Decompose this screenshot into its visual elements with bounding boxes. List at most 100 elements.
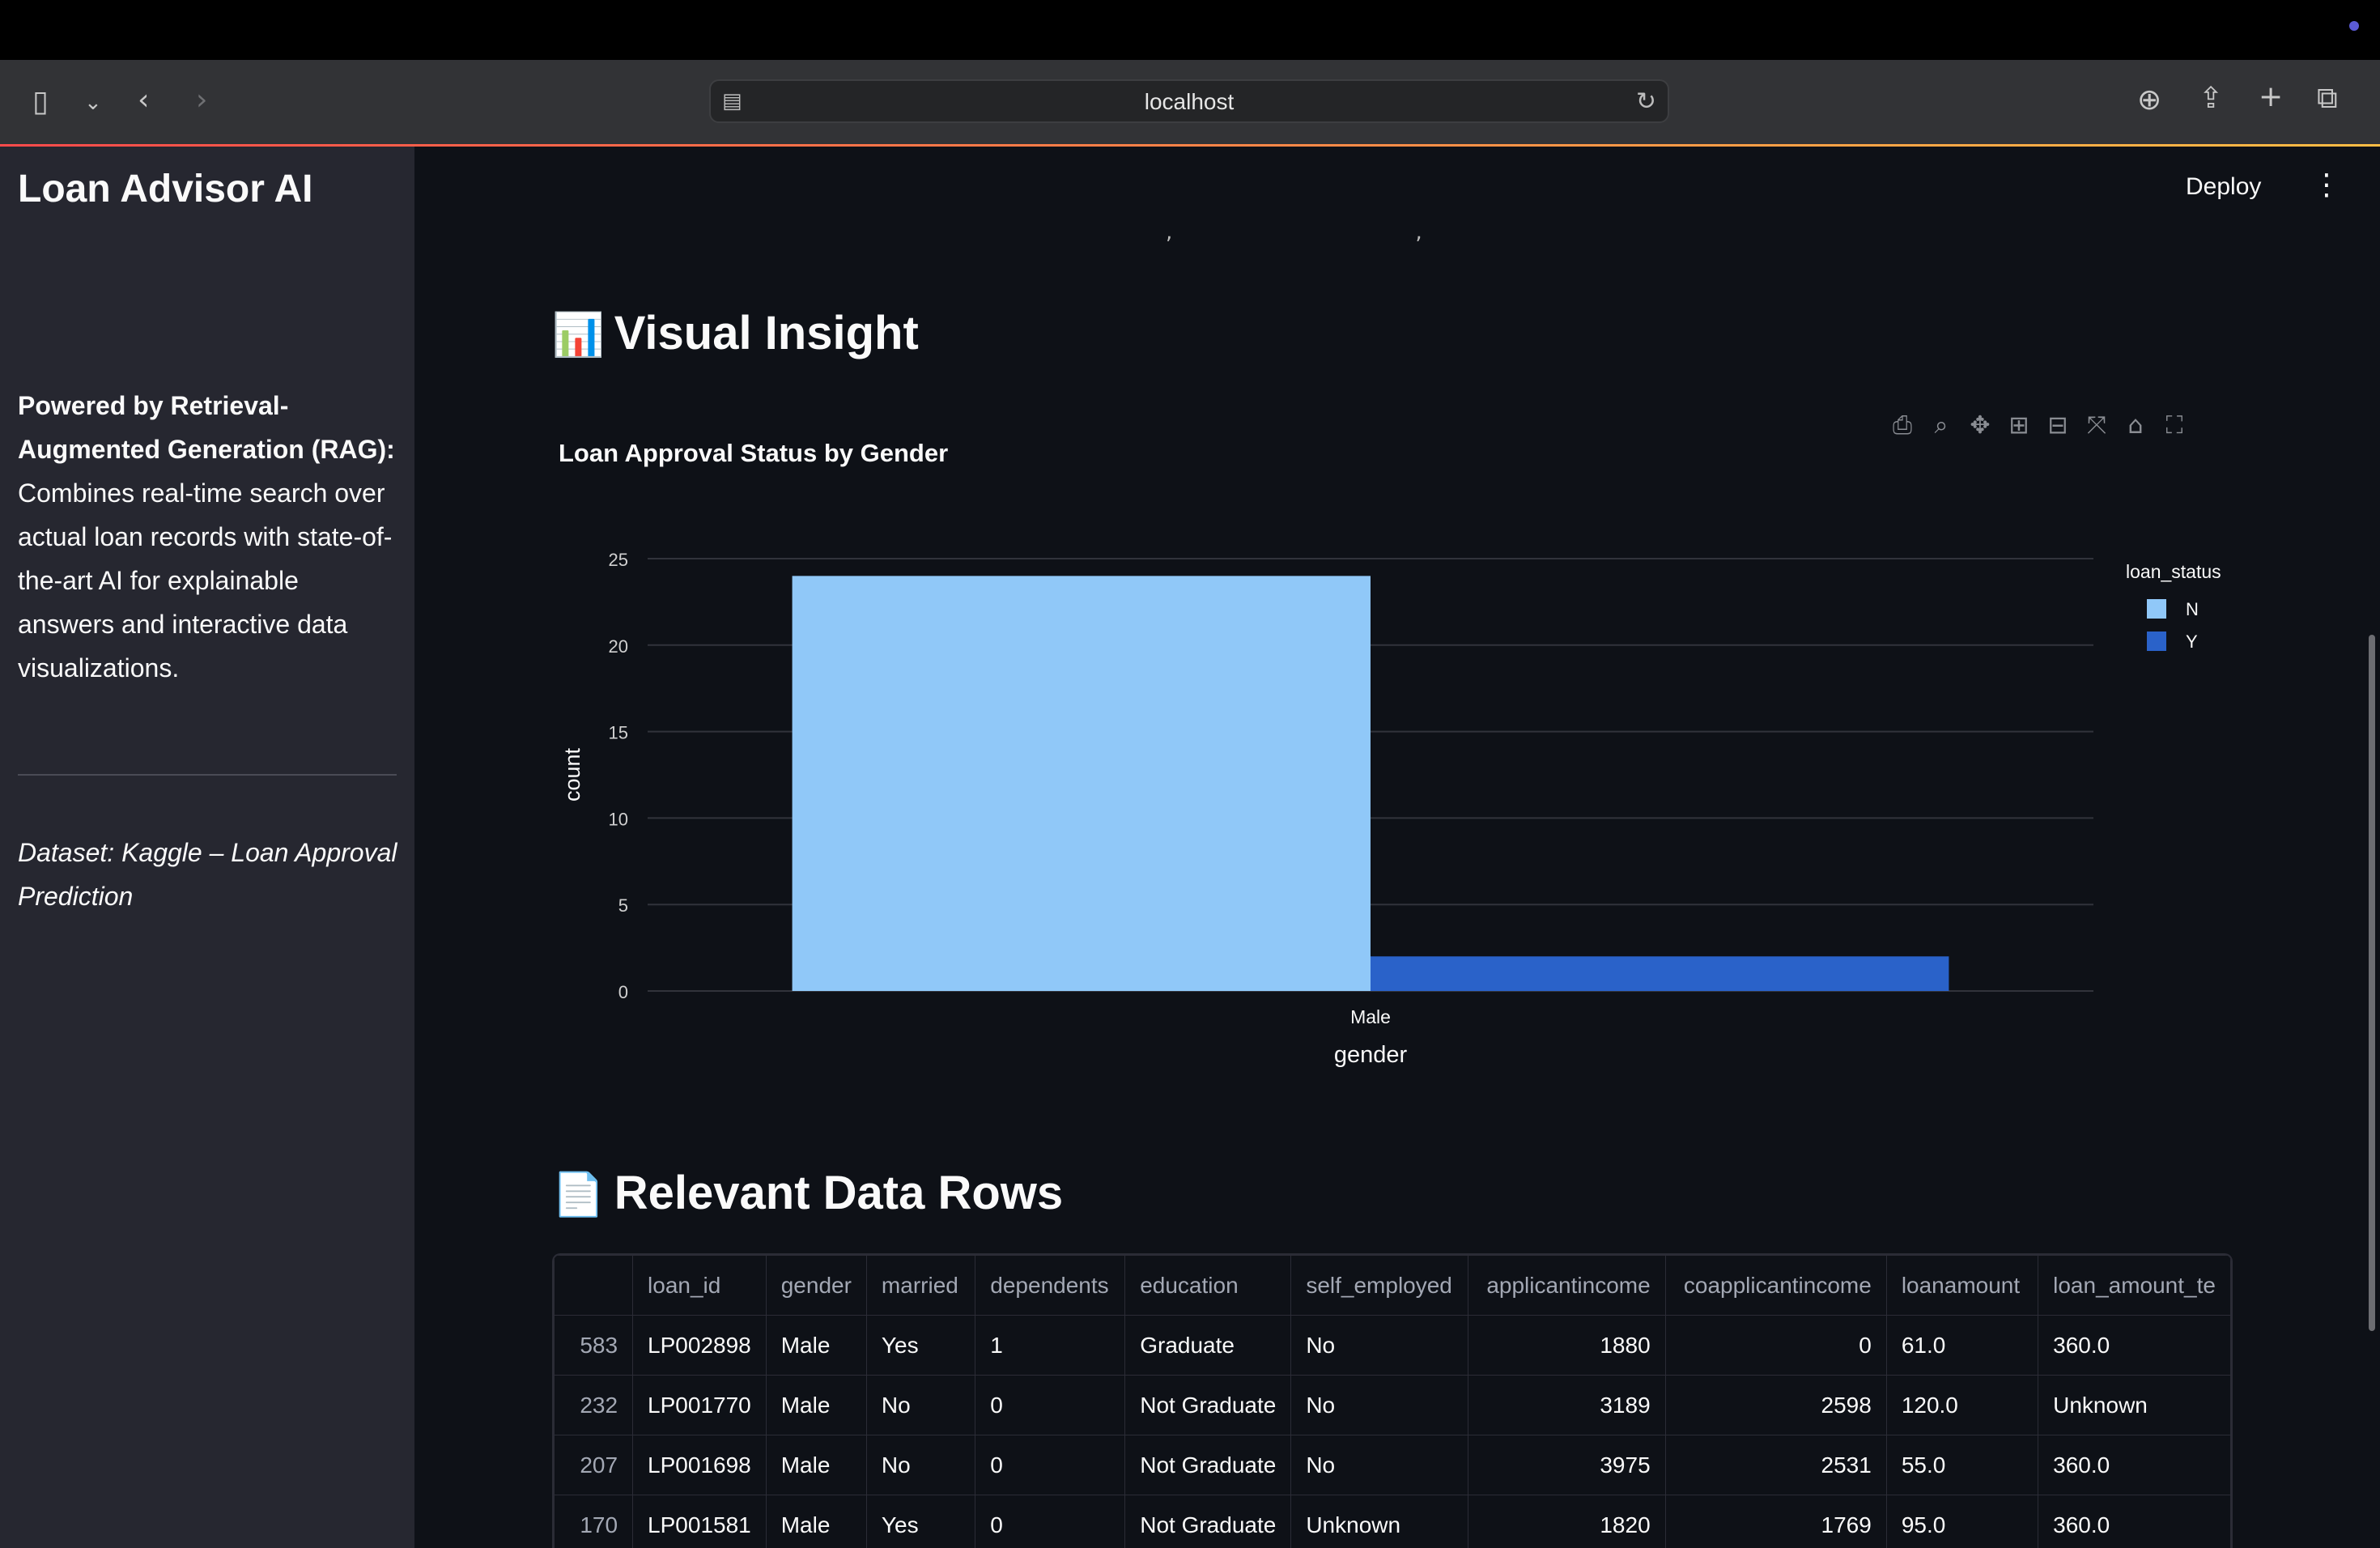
table-cell: Male [765, 1315, 867, 1376]
bar-chart-icon: 📊 [552, 312, 605, 359]
document-icon: 📄 [552, 1172, 605, 1218]
legend-label-n: N [2186, 599, 2199, 619]
table-cell: 1769 [1664, 1495, 1887, 1548]
y-tick-label: 15 [609, 723, 628, 743]
table-cell: 3189 [1468, 1375, 1666, 1435]
address-bar[interactable]: ▤ localhost ↻ [709, 79, 1669, 123]
chevron-down-icon[interactable]: ⌄ [84, 92, 102, 113]
sidebar-description-body: Combines real-time search over actual lo… [18, 478, 393, 683]
table-cell: 1 [975, 1315, 1126, 1376]
column-header-coapplicantincome[interactable]: coapplicantincome [1664, 1255, 1887, 1316]
table-cell: LP001698 [632, 1435, 767, 1495]
table-cell: LP001581 [632, 1495, 767, 1548]
row-index: 207 [554, 1435, 634, 1495]
row-index: 232 [554, 1375, 634, 1435]
table-cell: Yes [865, 1315, 976, 1376]
table-cell: 1820 [1468, 1495, 1666, 1548]
table-cell: 2598 [1664, 1375, 1887, 1435]
x-tick-label: Male [1350, 1006, 1391, 1027]
table-cell: LP002898 [632, 1315, 767, 1376]
back-icon[interactable]: ‹ [138, 86, 149, 115]
table-cell: Yes [865, 1495, 976, 1548]
table-cell: 0 [975, 1435, 1126, 1495]
table-cell: Not Graduate [1124, 1495, 1292, 1548]
column-header-loanamount[interactable]: loanamount [1885, 1255, 2039, 1316]
column-header-married[interactable]: married [865, 1255, 976, 1316]
scrolled-text-fragment: ,‚ [1166, 220, 1665, 245]
relevant-rows-heading: 📄 Relevant Data Rows [552, 1166, 1063, 1220]
sidebar-dataset-note: Dataset: Kaggle – Loan Approval Predicti… [18, 838, 397, 911]
y-axis-label: count [560, 747, 584, 802]
table-row[interactable]: 583 LP002898 Male Yes 1 Graduate No 1880 0 61.0 36… [554, 1315, 2231, 1376]
new-tab-icon[interactable]: + [2259, 83, 2283, 112]
row-index: 583 [554, 1315, 634, 1376]
x-axis-label: gender [1334, 1042, 1408, 1068]
table-cell: 0 [1664, 1315, 1887, 1376]
sidebar-description: Powered by Retrieval-Augmented Generatio… [18, 384, 398, 690]
table-cell: 61.0 [1885, 1315, 2039, 1376]
table-cell: 55.0 [1885, 1435, 2039, 1495]
table-cell: LP001770 [632, 1375, 767, 1435]
table-cell: 3975 [1468, 1435, 1666, 1495]
column-header-education[interactable]: education [1124, 1255, 1292, 1316]
chart-title: Loan Approval Status by Gender [559, 439, 948, 467]
sidebar-title: Loan Advisor AI [18, 168, 313, 211]
table-cell: No [865, 1375, 976, 1435]
macos-menu-strip [0, 0, 2380, 60]
visual-insight-heading: 📊 Visual Insight [552, 306, 919, 360]
sidebar-description-bold: Powered by Retrieval-Augmented Generatio… [18, 391, 395, 464]
table-cell: Male [765, 1375, 867, 1435]
sidebar-toggle-icon[interactable]: ▯ [32, 87, 49, 117]
table-cell: No [865, 1435, 976, 1495]
y-tick-label: 0 [618, 982, 628, 1002]
legend-title: loan_status [2126, 561, 2221, 582]
table-row[interactable]: 207 LP001698 Male No 0 Not Graduate No 3975 2531… [554, 1435, 2231, 1495]
table-cell: Not Graduate [1124, 1435, 1292, 1495]
column-header-dependents[interactable]: dependents [975, 1255, 1126, 1316]
table-cell: 95.0 [1885, 1495, 2039, 1548]
chart-container: Loan Approval Status by Gender 0 5 10 15 20 25… [552, 393, 2236, 1106]
legend-label-y: Y [2186, 632, 2198, 652]
url-text: localhost [1144, 89, 1235, 114]
sidebar-divider [18, 774, 397, 776]
column-header-index[interactable] [554, 1255, 634, 1316]
table-row[interactable]: 232 LP001770 Male No 0 Not Graduate No 3189 2598… [554, 1375, 2231, 1435]
table-cell: Male [765, 1435, 867, 1495]
bar-chart: Loan Approval Status by Gender 0 5 10 15 20 25… [559, 439, 2221, 1068]
reload-icon[interactable]: ↻ [1636, 87, 1656, 116]
table-cell: 0 [975, 1375, 1126, 1435]
bar-n-male [792, 576, 1371, 991]
column-header-loan_id[interactable]: loan_id [632, 1255, 767, 1316]
deploy-button[interactable]: Deploy [2186, 173, 2261, 201]
column-header-loan_amount_te[interactable]: loan_amount_te [2038, 1255, 2231, 1316]
table-row[interactable]: 170 LP001581 Male Yes 0 Not Graduate Unknown 18… [554, 1495, 2231, 1548]
column-header-self_employed[interactable]: self_employed [1290, 1255, 1469, 1316]
page-scrollbar[interactable] [2369, 635, 2375, 1331]
table-cell: No [1290, 1435, 1469, 1495]
table-cell: Not Graduate [1124, 1375, 1292, 1435]
main-menu-icon[interactable]: ⋮ [2312, 168, 2341, 202]
table-cell: Male [765, 1495, 867, 1548]
legend-swatch-y [2147, 632, 2166, 651]
forward-icon[interactable]: › [196, 86, 207, 115]
y-tick-label: 25 [609, 550, 628, 570]
legend-swatch-n [2147, 599, 2166, 619]
table-body: 583 LP002898 Male Yes 1 Graduate No 1880 0 61.0 36… [554, 1315, 2231, 1548]
share-icon[interactable]: ⇪ [2199, 84, 2223, 113]
bar-y-male [1371, 956, 1949, 991]
tab-overview-icon[interactable]: ⧉ [2317, 84, 2338, 113]
data-table-grid: loan_id gender married dependents education s… [554, 1255, 2231, 1548]
table-cell: Unknown [2038, 1375, 2231, 1435]
data-table[interactable]: loan_id gender married dependents education s… [552, 1253, 2233, 1548]
table-cell: Graduate [1124, 1315, 1292, 1376]
status-dot [2349, 21, 2359, 31]
y-tick-label: 10 [609, 809, 628, 829]
downloads-icon[interactable]: ⊕ [2137, 86, 2161, 115]
row-index: 170 [554, 1495, 634, 1548]
y-tick-label: 5 [618, 895, 628, 916]
table-cell: 360.0 [2038, 1495, 2231, 1548]
column-header-applicantincome[interactable]: applicantincome [1468, 1255, 1666, 1316]
table-header-row: loan_id gender married dependents education s… [554, 1255, 2231, 1316]
relevant-rows-title: Relevant Data Rows [614, 1167, 1064, 1219]
column-header-gender[interactable]: gender [765, 1255, 867, 1316]
